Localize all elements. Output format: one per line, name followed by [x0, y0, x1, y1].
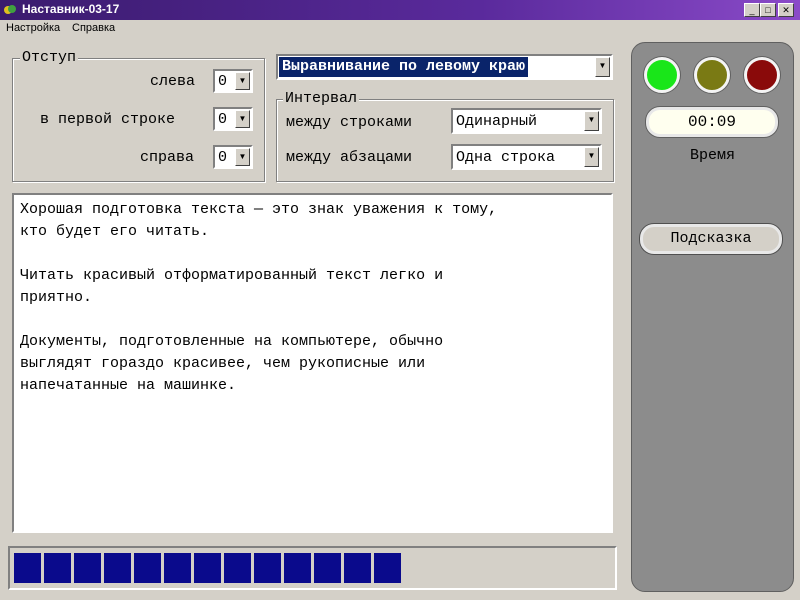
control-panel: 00:09 Время Подсказка — [631, 42, 794, 592]
menu-settings[interactable]: Настройка — [6, 22, 60, 34]
indent-right-label: справа — [140, 149, 195, 166]
line-spacing-select[interactable]: Одинарный ▼ — [451, 108, 602, 134]
minimize-button[interactable]: _ — [744, 3, 760, 17]
progress-segment — [134, 553, 163, 583]
progress-segment — [284, 553, 313, 583]
chevron-down-icon[interactable]: ▼ — [235, 148, 250, 166]
hint-button[interactable]: Подсказка — [640, 224, 782, 254]
indent-right-value: 0 — [218, 149, 228, 166]
text-editor[interactable]: Хорошая подготовка текста — это знак ува… — [12, 193, 613, 533]
indent-right-spinner[interactable]: 0 ▼ — [213, 145, 253, 169]
progress-segment — [224, 553, 253, 583]
text-paragraph: Документы, подготовленные на компьютере,… — [20, 333, 444, 394]
close-icon: ✕ — [782, 5, 790, 15]
indent-legend: Отступ — [20, 49, 79, 66]
progress-segment — [74, 553, 103, 583]
progress-segment — [254, 553, 283, 583]
app-icon — [4, 5, 16, 14]
text-paragraph: Хорошая подготовка текста — это знак ува… — [20, 201, 498, 240]
title-bar: Наставник-03-17 _ □ ✕ — [0, 0, 800, 20]
olive-light-icon — [694, 57, 730, 93]
progress-segment — [44, 553, 73, 583]
green-light-icon — [644, 57, 680, 93]
progress-segment — [344, 553, 373, 583]
progress-segment — [14, 553, 43, 583]
menu-help[interactable]: Справка — [72, 22, 115, 34]
chevron-down-icon[interactable]: ▼ — [584, 111, 599, 131]
line-spacing-label: между строками — [286, 114, 413, 131]
paragraph-spacing-label: между абзацами — [286, 149, 413, 166]
indent-left-spinner[interactable]: 0 ▼ — [213, 69, 253, 93]
progress-segment — [374, 553, 403, 583]
progress-segment — [164, 553, 193, 583]
alignment-value: Выравнивание по левому краю — [279, 57, 529, 77]
chevron-down-icon[interactable]: ▼ — [235, 110, 250, 128]
maximize-button[interactable]: □ — [760, 3, 776, 17]
indent-left-label: слева — [150, 73, 196, 90]
indent-first-line-label: в первой строке — [40, 111, 176, 128]
progress-bar — [8, 546, 617, 590]
paragraph-spacing-value: Одна строка — [456, 149, 556, 166]
progress-segment — [104, 553, 133, 583]
maximize-icon: □ — [765, 5, 771, 15]
time-label: Время — [689, 147, 735, 164]
chevron-down-icon[interactable]: ▼ — [595, 57, 610, 77]
chevron-down-icon[interactable]: ▼ — [235, 72, 250, 90]
window-title: Наставник-03-17 — [22, 2, 120, 16]
red-light-icon — [744, 57, 780, 93]
timer-display: 00:09 — [646, 107, 778, 137]
menu-bar: Настройка Справка — [0, 20, 800, 38]
alignment-select[interactable]: Выравнивание по левому краю ▼ — [276, 54, 613, 80]
close-button[interactable]: ✕ — [778, 3, 794, 17]
indent-first-line-spinner[interactable]: 0 ▼ — [213, 107, 253, 131]
progress-segment — [314, 553, 343, 583]
minimize-icon: _ — [749, 5, 755, 15]
indent-first-line-value: 0 — [218, 111, 228, 128]
chevron-down-icon[interactable]: ▼ — [584, 147, 599, 167]
progress-segment — [194, 553, 223, 583]
interval-legend: Интервал — [283, 90, 360, 107]
indent-left-value: 0 — [218, 73, 228, 90]
line-spacing-value: Одинарный — [456, 113, 538, 130]
paragraph-spacing-select[interactable]: Одна строка ▼ — [451, 144, 602, 170]
text-paragraph: Читать красивый отформатированный текст … — [20, 267, 444, 306]
